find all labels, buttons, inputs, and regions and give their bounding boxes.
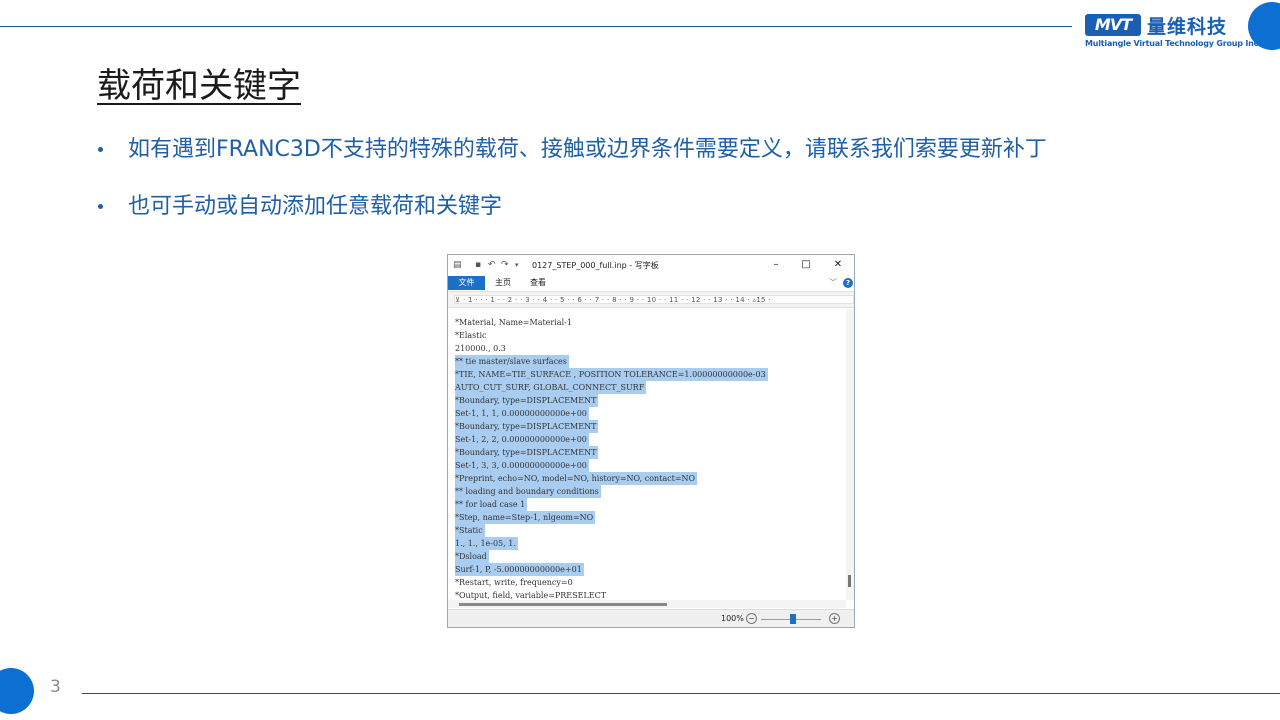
app-menu-icon[interactable]: ▤: [453, 260, 462, 270]
bullet-dot-icon: [98, 204, 103, 209]
document-line[interactable]: *Restart, write, frequency=0: [455, 576, 573, 589]
vertical-scroll-thumb[interactable]: [848, 575, 851, 587]
zoom-slider-thumb[interactable]: [790, 614, 796, 624]
document-line[interactable]: *Output, field, variable=PRESELECT: [455, 589, 606, 600]
document-line[interactable]: Set-1, 1, 1, 0.00000000000e+00: [455, 407, 589, 420]
logo-chinese-name: 量维科技: [1147, 16, 1228, 38]
document-line[interactable]: ** loading and boundary conditions: [455, 485, 601, 498]
page-number: 3: [50, 677, 61, 697]
document-line[interactable]: *Material, Name=Material-1: [455, 316, 572, 329]
tab-file[interactable]: 文件: [448, 276, 485, 290]
logo-english-name: Multiangle Virtual Technology Group Inc.: [1085, 39, 1262, 48]
document-line[interactable]: *TIE, NAME=TIE_SURFACE , POSITION TOLERA…: [455, 368, 768, 381]
wordpad-window: ▤ ▪ ↶ ↷ ▾ 0127_STEP_000_full.inp - 写字板 –…: [447, 254, 855, 628]
document-line[interactable]: 1., 1., 1e-05, 1.: [455, 537, 518, 550]
logo-badge: MVT: [1085, 14, 1141, 36]
document-line[interactable]: *Boundary, type=DISPLACEMENT: [455, 420, 599, 433]
company-logo: MVT 量维科技 Multiangle Virtual Technology G…: [1085, 14, 1261, 54]
tab-view[interactable]: 查看: [523, 276, 553, 290]
document-line[interactable]: *Boundary, type=DISPLACEMENT: [455, 394, 599, 407]
maximize-icon[interactable]: □: [796, 258, 816, 272]
close-icon[interactable]: ✕: [828, 258, 848, 272]
document-line[interactable]: *Static: [455, 524, 485, 537]
save-icon[interactable]: ▪: [475, 260, 481, 270]
ruler-scale: ⊻ · 1 · · · 1 · · 2 · · 3 · · 4 · · 5 · …: [454, 295, 854, 304]
ruler[interactable]: ⊻ · 1 · · · 1 · · 2 · · 3 · · 4 · · 5 · …: [448, 291, 854, 308]
document-line[interactable]: Set-1, 3, 3, 0.00000000000e+00: [455, 459, 589, 472]
document-line[interactable]: ** for load case 1: [455, 498, 528, 511]
bullet-text: 如有遇到FRANC3D不支持的特殊的载荷、接触或边界条件需要定义，请联系我们索要…: [128, 137, 1047, 162]
zoom-level: 100%: [721, 614, 744, 623]
ribbon-tabs: 文件 主页 查看 ﹀ ?: [448, 276, 854, 290]
top-divider-line: [0, 26, 1072, 27]
bottom-decoration-circle: [0, 668, 34, 714]
document-line[interactable]: *Step, name=Step-1, nlgeom=NO: [455, 511, 596, 524]
redo-icon[interactable]: ↷: [501, 260, 509, 270]
status-bar: 100% − +: [448, 609, 854, 627]
vertical-scrollbar[interactable]: [846, 309, 854, 600]
document-line[interactable]: *Elastic: [455, 329, 487, 342]
minimize-icon[interactable]: –: [766, 258, 786, 272]
window-titlebar: ▤ ▪ ↶ ↷ ▾ 0127_STEP_000_full.inp - 写字板 –…: [448, 255, 854, 276]
zoom-out-icon[interactable]: −: [746, 613, 757, 624]
help-icon[interactable]: ?: [843, 278, 853, 288]
bullet-item: 如有遇到FRANC3D不支持的特殊的载荷、接触或边界条件需要定义，请联系我们索要…: [98, 132, 1047, 189]
bullet-list: 如有遇到FRANC3D不支持的特殊的载荷、接触或边界条件需要定义，请联系我们索要…: [98, 132, 1047, 246]
document-line[interactable]: 210000., 0.3: [455, 342, 506, 355]
document-line[interactable]: AUTO_CUT_SURF, GLOBAL_CONNECT_SURF: [455, 381, 647, 394]
document-line[interactable]: Set-1, 2, 2, 0.00000000000e+00: [455, 433, 589, 446]
document-line[interactable]: *Boundary, type=DISPLACEMENT: [455, 446, 599, 459]
document-line[interactable]: *Preprint, echo=NO, model=NO, history=NO…: [455, 472, 698, 485]
bullet-item: 也可手动或自动添加任意载荷和关键字: [98, 189, 1047, 246]
zoom-in-icon[interactable]: +: [829, 613, 840, 624]
chevron-down-icon[interactable]: ﹀: [829, 276, 837, 290]
slide-title: 载荷和关键字: [97, 66, 301, 106]
document-line[interactable]: Surf-1, P, -5.00000000000e+01: [455, 563, 584, 576]
document-line[interactable]: *Dsload: [455, 550, 489, 563]
bullet-text: 也可手动或自动添加任意载荷和关键字: [128, 194, 503, 219]
document-line[interactable]: ** tie master/slave surfaces: [455, 355, 569, 368]
bullet-dot-icon: [98, 147, 103, 152]
tab-home[interactable]: 主页: [488, 276, 518, 290]
quick-access-dropdown-icon[interactable]: ▾: [515, 260, 519, 270]
document-area[interactable]: *Material, Name=Material-1 *Elastic 210000…: [448, 309, 846, 600]
window-title: 0127_STEP_000_full.inp - 写字板: [532, 261, 659, 270]
bottom-divider-line: [82, 693, 1280, 694]
undo-icon[interactable]: ↶: [488, 260, 496, 270]
horizontal-scrollbar[interactable]: [448, 600, 846, 608]
horizontal-scroll-thumb[interactable]: [459, 603, 667, 606]
